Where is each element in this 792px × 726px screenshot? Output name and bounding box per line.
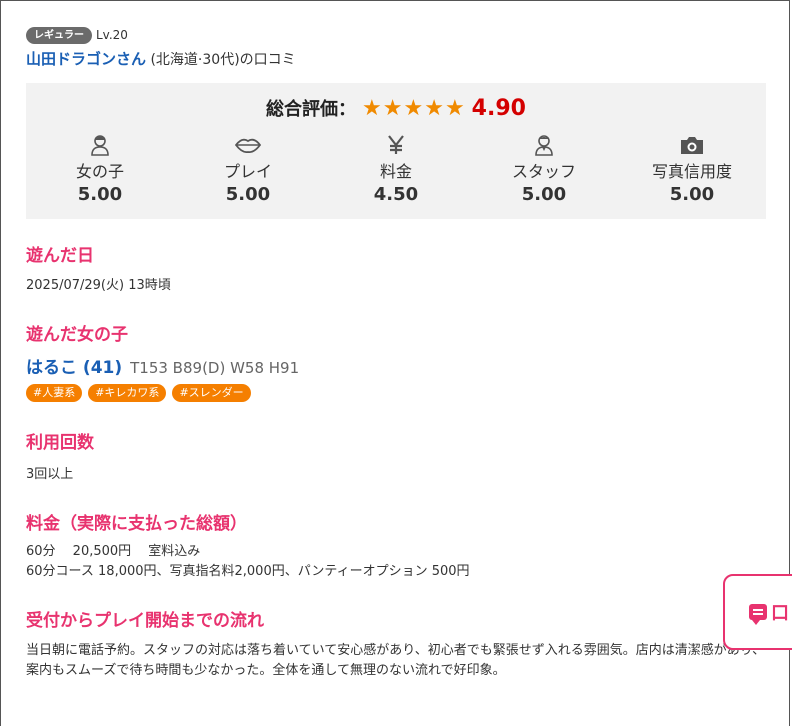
section-usage-count: 利用回数 3回以上: [26, 428, 766, 485]
section-title: 遊んだ日: [26, 246, 94, 266]
category-ratings: 女の子 5.00 プレイ 5.00 料金 4.50 スタッフ 5.00 写真信用…: [26, 133, 766, 205]
category-score: 4.50: [373, 184, 419, 205]
section-price: 料金（実際に支払った総額） 60分 20,500円 室料込み 60分コース 18…: [26, 509, 766, 582]
category-label: スタッフ: [511, 162, 576, 181]
reviewer-meta: (北海道·30代)の口コミ: [146, 52, 296, 68]
reviewer-rank-row: レギュラー Lv.20: [26, 26, 766, 44]
category-score: 5.00: [225, 184, 271, 205]
overall-label: 総合評価：: [266, 99, 357, 120]
section-flow: 受付からプレイ開始までの流れ 当日朝に電話予約。スタッフの対応は落ち着いていて安…: [26, 606, 766, 681]
category-score: 5.00: [521, 184, 567, 205]
girl-stats: T153 B89(D) W58 H91: [130, 359, 300, 377]
rating-summary: 総合評価： ★★★★★ 4.90 女の子 5.00 プレイ 5.00 料金 4.…: [26, 83, 766, 219]
category-label: 料金: [379, 162, 412, 181]
category-photo-trust: 写真信用度 5.00: [618, 133, 766, 205]
lips-icon: [174, 133, 322, 157]
section-title: 利用回数: [26, 433, 94, 453]
girl-name-link[interactable]: はるこ (41): [26, 353, 122, 378]
star-rating-icon: ★★★★★: [362, 95, 466, 121]
floating-button-label: 口: [771, 603, 789, 624]
level-label: Lv.20: [96, 28, 128, 42]
section-title: 料金（実際に支払った総額）: [26, 514, 247, 534]
chat-icon: [749, 604, 767, 625]
tag-badge[interactable]: #人妻系: [26, 384, 83, 402]
girl-tags: #人妻系 #キレカワ系 #スレンダー: [26, 384, 766, 402]
tag-badge[interactable]: #キレカワ系: [88, 384, 167, 402]
camera-icon: [618, 133, 766, 157]
section-title: 受付からプレイ開始までの流れ: [26, 611, 264, 631]
price-line-1: 60分 20,500円 室料込み: [26, 544, 201, 559]
category-score: 5.00: [77, 184, 123, 205]
category-label: プレイ: [223, 162, 272, 181]
section-girl: 遊んだ女の子 はるこ (41) T153 B89(D) W58 H91 #人妻系…: [26, 320, 766, 402]
tag-badge[interactable]: #スレンダー: [172, 384, 251, 402]
usage-count-text: 3回以上: [26, 467, 74, 482]
reviewer-name-link[interactable]: 山田ドラゴンさん: [26, 50, 146, 68]
flow-text: 当日朝に電話予約。スタッフの対応は落ち着いていて安心感があり、初心者でも緊張せず…: [26, 643, 766, 678]
section-visit-date: 遊んだ日 2025/07/29(火) 13時頃: [26, 241, 766, 296]
staff-icon: [470, 133, 618, 157]
yen-icon: [322, 133, 470, 157]
girl-icon: [26, 133, 174, 157]
category-girl: 女の子 5.00: [26, 133, 174, 205]
category-staff: スタッフ 5.00: [470, 133, 618, 205]
category-score: 5.00: [669, 184, 715, 205]
price-line-2: 60分コース 18,000円、写真指名料2,000円、パンティーオプション 50…: [26, 564, 470, 579]
category-play: プレイ 5.00: [174, 133, 322, 205]
overall-score: 4.90: [471, 95, 526, 121]
visit-date-text: 2025/07/29(火) 13時頃: [26, 278, 171, 293]
category-price: 料金 4.50: [322, 133, 470, 205]
rank-badge: レギュラー: [26, 26, 92, 44]
category-label: 女の子: [75, 162, 124, 181]
section-title: 遊んだ女の子: [26, 325, 128, 345]
overall-rating: 総合評価： ★★★★★ 4.90: [26, 95, 766, 121]
girl-info: はるこ (41) T153 B89(D) W58 H91: [26, 353, 766, 378]
floating-review-button[interactable]: 口: [723, 574, 792, 650]
review-card: レギュラー Lv.20 山田ドラゴンさん (北海道·30代)の口コミ 総合評価：…: [26, 26, 766, 681]
category-label: 写真信用度: [651, 162, 732, 181]
reviewer-line: 山田ドラゴンさん (北海道·30代)の口コミ: [26, 48, 766, 71]
